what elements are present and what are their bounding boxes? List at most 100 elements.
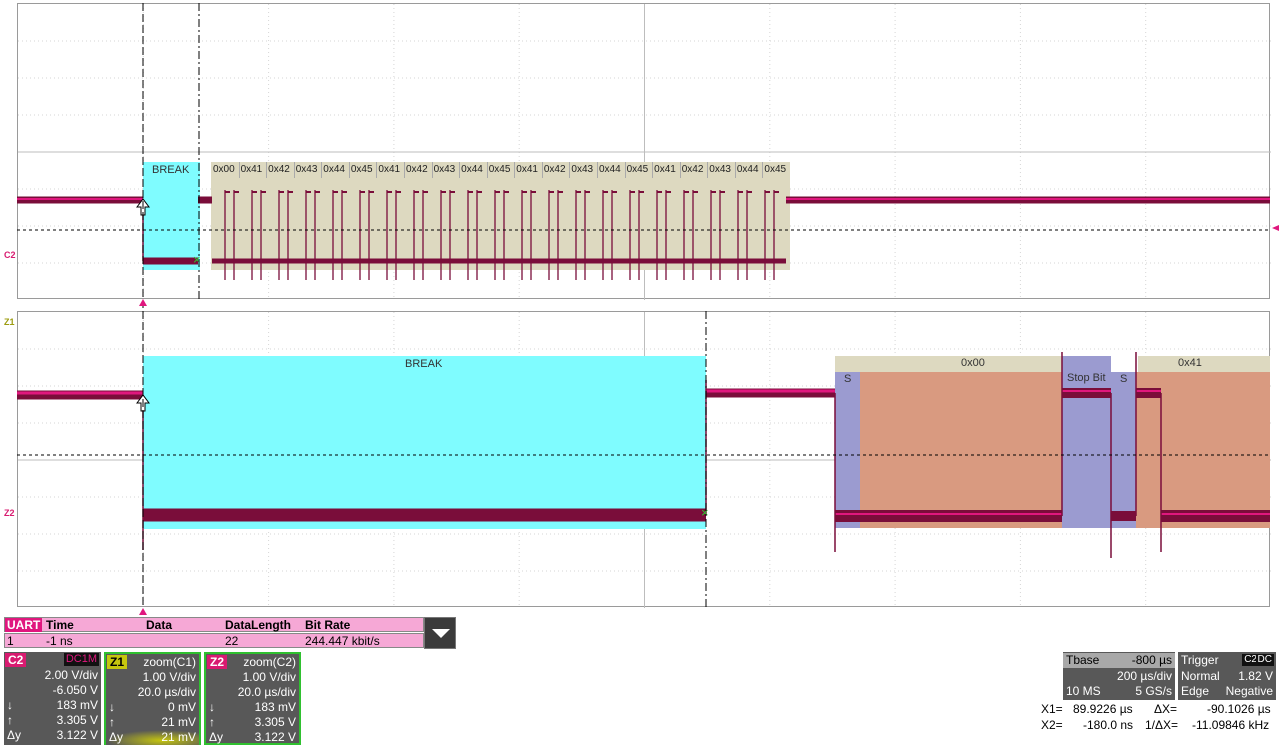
lower-data-bits-1[interactable] xyxy=(860,372,1062,528)
c2-up-icon: ↑ xyxy=(7,713,13,727)
row-bitrate: 244.447 kbit/s xyxy=(305,634,380,648)
byte-label: 0x42 xyxy=(406,164,428,175)
byte-label: 0x41 xyxy=(240,164,263,175)
row-time: -1 ns xyxy=(46,634,73,648)
upper-break-region[interactable]: BREAK xyxy=(143,162,200,270)
timebase-panel[interactable]: Tbase -800 µs 200 µs/div 10 MS 5 GS/s xyxy=(1063,652,1175,700)
z1-down: 0 mV xyxy=(167,700,196,714)
lower-break-region[interactable]: BREAK xyxy=(143,356,706,529)
z1-tag: Z1 xyxy=(107,655,128,669)
z2-tdiv: 20.0 µs/div xyxy=(237,685,296,699)
upper-bytes-region[interactable]: 0x00 0x41 0x42 0x43 0x44 0x45 0x41 0x42 0x43 0x44… xyxy=(211,162,790,270)
inv-dx-value: -11.09846 kHz xyxy=(1192,718,1270,732)
tbase-per-div: 200 µs/div xyxy=(1117,669,1172,683)
lower-byte2-label: 0x41 xyxy=(1178,357,1202,369)
x1-value: 89.9226 µs xyxy=(1073,702,1133,716)
byte-label: 0x42 xyxy=(681,164,704,175)
c2-coupling: DC1M xyxy=(63,653,99,666)
uart-table-header: UART Time Data DataLength Bit Rate xyxy=(4,617,424,632)
lower-start2-label: S xyxy=(1120,373,1128,385)
channel-z1-panel[interactable]: Z1 zoom(C1) 1.00 V/div 20.0 µs/div ↓ 0 mV… xyxy=(104,652,201,745)
lower-stop-label: Stop Bit xyxy=(1067,372,1106,384)
lower-stop-bit[interactable]: Stop Bit xyxy=(1062,356,1111,528)
byte-label: 0x43 xyxy=(295,164,318,175)
col-time[interactable]: Time xyxy=(46,618,74,632)
byte-label: 0x43 xyxy=(709,164,731,175)
uart-decode-table[interactable]: UART Time Data DataLength Bit Rate 1 -1 … xyxy=(4,617,456,649)
channel-c2-panel[interactable]: C2 DC1M 2.00 V/div -6.050 V ↓ 183 mV ↑ 3.3… xyxy=(4,652,101,745)
c2-dy: 3.122 V xyxy=(56,728,98,742)
upper-channel-tag: C2 xyxy=(4,250,16,260)
z1-vdiv: 1.00 V/div xyxy=(142,670,196,684)
c2-dy-label: Δy xyxy=(7,728,22,742)
lower-top-channel-tag: Z1 xyxy=(4,317,15,327)
byte-label: 0x41 xyxy=(516,164,538,175)
byte-label: 0x42 xyxy=(543,164,566,175)
x2-label: X2= xyxy=(1041,718,1063,732)
lower-start1-label: S xyxy=(844,373,852,385)
byte-divider xyxy=(459,162,461,178)
byte-divider xyxy=(707,162,709,178)
lower-start-bit-2[interactable]: S xyxy=(1111,372,1136,528)
byte-divider xyxy=(431,162,433,178)
tbase-rate: 5 GS/s xyxy=(1135,684,1172,698)
byte-divider xyxy=(404,162,405,178)
byte-divider xyxy=(514,162,516,178)
byte-label: 0x43 xyxy=(433,164,456,175)
byte-divider xyxy=(348,162,350,178)
byte-divider xyxy=(597,162,598,178)
byte-divider xyxy=(762,162,764,178)
col-datalength[interactable]: DataLength xyxy=(225,618,291,632)
z2-up: 3.305 V xyxy=(254,715,296,729)
c2-down-icon: ↓ xyxy=(7,698,13,712)
trigger-label: Trigger xyxy=(1181,653,1219,667)
byte-divider xyxy=(679,162,681,178)
lower-data-bits-2[interactable] xyxy=(1136,372,1270,528)
byte-label: 0x45 xyxy=(488,164,511,175)
z2-tag: Z2 xyxy=(207,655,228,669)
channel-z2-panel[interactable]: Z2 zoom(C2) 1.00 V/div 20.0 µs/div ↓ 183 … xyxy=(204,652,301,745)
byte-label: 0x42 xyxy=(268,164,290,175)
lower-channel-tag: Z2 xyxy=(4,508,15,518)
byte-label: 0x41 xyxy=(378,164,401,175)
byte-label: 0x45 xyxy=(626,164,649,175)
c2-vdiv: 2.00 V/div xyxy=(44,668,98,682)
trigger-type: Edge xyxy=(1181,684,1210,698)
col-data[interactable]: Data xyxy=(146,618,172,632)
table-dropdown-button[interactable] xyxy=(424,617,456,649)
upper-break-label: BREAK xyxy=(152,164,190,176)
z1-up: 21 mV xyxy=(161,715,196,729)
byte-divider xyxy=(652,162,654,178)
lower-start-bit-1[interactable]: S xyxy=(835,372,860,528)
dx-value: -90.1026 µs xyxy=(1207,702,1271,716)
z1-title: zoom(C1) xyxy=(143,655,196,669)
byte-label: 0x00 xyxy=(213,164,235,175)
byte-divider xyxy=(486,162,488,178)
tbase-samples: 10 MS xyxy=(1066,684,1101,698)
trigger-panel[interactable]: Trigger C2 DC Normal 1.82 V Edge Negative xyxy=(1178,652,1276,700)
byte-label: 0x43 xyxy=(571,164,594,175)
trigger-slope: Negative xyxy=(1225,684,1273,698)
z2-down: 183 mV xyxy=(254,700,296,714)
tbase-offset: -800 µs xyxy=(1131,653,1172,667)
z2-title: zoom(C2) xyxy=(243,655,296,669)
byte-divider xyxy=(734,162,736,178)
z1-tdiv: 20.0 µs/div xyxy=(137,685,196,699)
inv-dx-label: 1/ΔX= xyxy=(1145,718,1179,732)
byte-divider xyxy=(376,162,378,178)
lower-byte2-header[interactable]: 0x41 xyxy=(1138,356,1270,372)
byte-label: 0x45 xyxy=(350,164,373,175)
byte-label: 0x44 xyxy=(461,164,483,175)
lower-byte1-header[interactable]: 0x00 xyxy=(835,356,1063,372)
byte-label: 0x41 xyxy=(654,164,676,175)
lower-break-label: BREAK xyxy=(405,358,443,370)
z2-up-icon: ↑ xyxy=(209,715,215,729)
byte-divider xyxy=(266,162,268,178)
dx-label: ΔX= xyxy=(1154,702,1178,716)
table-row[interactable]: 1 -1 ns 22 244.447 kbit/s xyxy=(4,633,424,648)
byte-divider xyxy=(624,162,626,178)
z2-vdiv: 1.00 V/div xyxy=(242,670,296,684)
trigger-mode: Normal xyxy=(1181,669,1220,683)
tbase-label: Tbase xyxy=(1066,653,1100,667)
col-bitrate[interactable]: Bit Rate xyxy=(305,618,350,632)
